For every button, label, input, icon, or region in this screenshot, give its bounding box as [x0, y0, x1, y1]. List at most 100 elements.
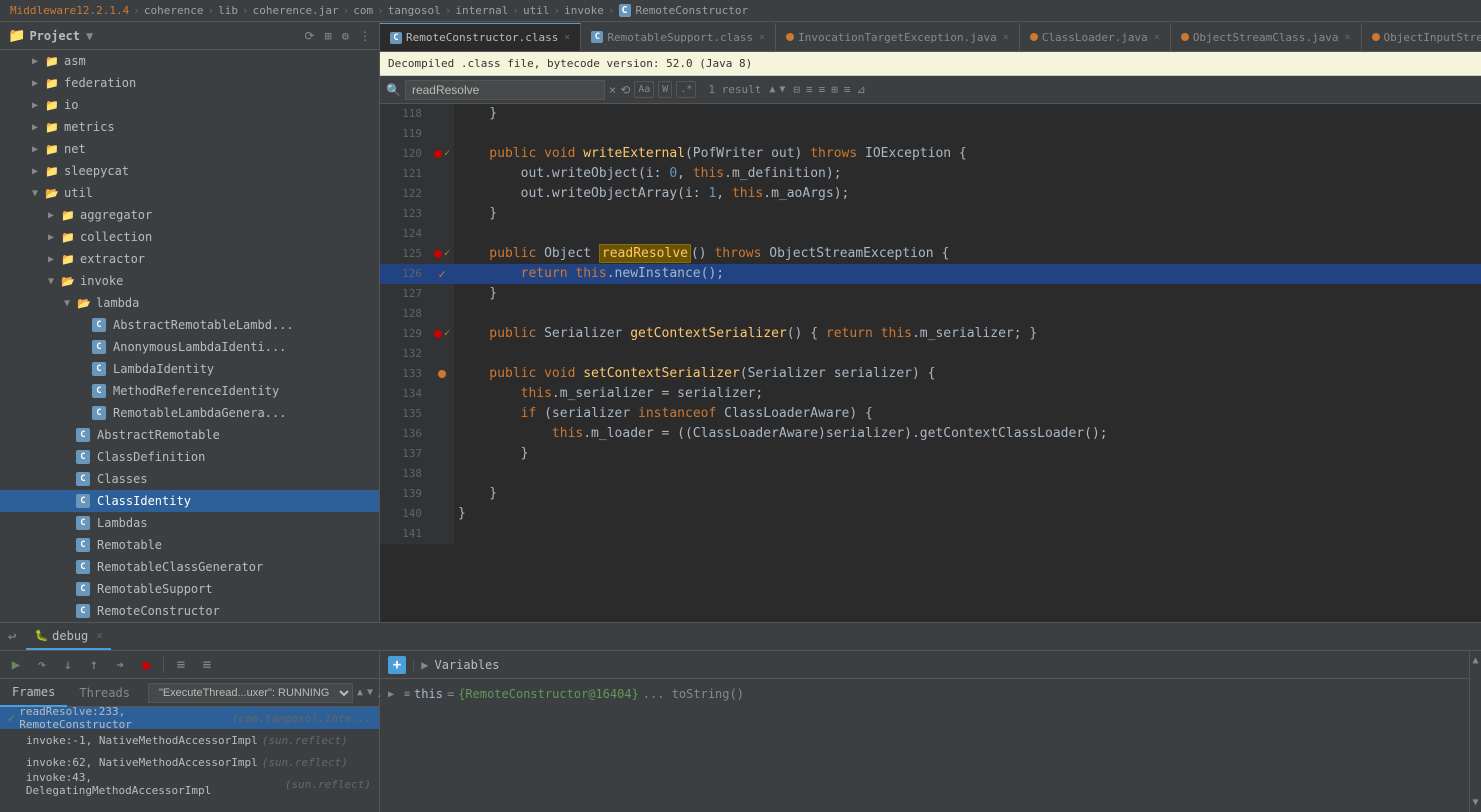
search-filter-icon[interactable]: ⊿: [857, 83, 866, 96]
project-more-icon[interactable]: [359, 29, 371, 43]
tree-item-abstractremotablelambd[interactable]: C AbstractRemotableLambd...: [0, 314, 379, 336]
tab-close-classloader[interactable]: ×: [1154, 32, 1160, 43]
thread-down-icon[interactable]: ▼: [367, 687, 373, 698]
tab-invocationtargetexception[interactable]: InvocationTargetException.java ×: [776, 23, 1020, 51]
tree-item-remotablesupport[interactable]: C RemotableSupport: [0, 578, 379, 600]
debug-tab-bar: ↩ 🐛 debug ×: [0, 623, 1481, 651]
frames-tab[interactable]: Frames: [0, 679, 67, 707]
debug-step-into-button[interactable]: ↓: [56, 654, 80, 676]
tree-item-federation[interactable]: ▶ 📁 federation: [0, 72, 379, 94]
line-gutter-122: [430, 184, 454, 204]
tree-item-asm[interactable]: ▶ 📁 asm: [0, 50, 379, 72]
tree-item-lambda[interactable]: ▼ 📂 lambda: [0, 292, 379, 314]
project-layout-icon[interactable]: ⊞: [325, 29, 332, 43]
search-prev-icon[interactable]: ⟲: [620, 83, 630, 97]
search-clear-icon[interactable]: ×: [609, 83, 616, 97]
variable-row-this[interactable]: ▶ ≡ this = {RemoteConstructor@16404} ...…: [380, 683, 1469, 705]
tree-item-metrics[interactable]: ▶ 📁 metrics: [0, 116, 379, 138]
tree-item-methodreferenceidentity[interactable]: C MethodReferenceIdentity: [0, 380, 379, 402]
tab-close-remotablesupport[interactable]: ×: [759, 32, 765, 43]
tree-item-lambdaidentity[interactable]: C LambdaIdentity: [0, 358, 379, 380]
debug-scrollbar[interactable]: ▲ ▼: [1469, 651, 1481, 812]
debug-tab-debugger[interactable]: 🐛 debug ×: [26, 624, 110, 650]
breadcrumb-class: RemoteConstructor: [636, 4, 749, 17]
tree-item-lambdas[interactable]: C Lambdas: [0, 512, 379, 534]
search-options2-icon[interactable]: ≡: [819, 83, 826, 96]
scroll-down-icon[interactable]: ▼: [1472, 797, 1478, 808]
search-input[interactable]: [405, 80, 605, 100]
frame-item-1[interactable]: invoke:-1, NativeMethodAccessorImpl (sun…: [0, 729, 379, 751]
tree-item-io[interactable]: ▶ 📁 io: [0, 94, 379, 116]
search-layout1-icon[interactable]: ⊞: [831, 83, 838, 96]
search-options1-icon[interactable]: ≡: [806, 83, 813, 96]
search-match-case-icon[interactable]: Aa: [634, 81, 654, 98]
thread-dropdown[interactable]: "ExecuteThread...uxer": RUNNING: [148, 683, 353, 703]
tab-label-remotablesupport: RemotableSupport.class: [607, 31, 753, 44]
tab-objectinputstream[interactable]: ObjectInputStream.jav... ×: [1362, 23, 1481, 51]
tab-objectstreamclass[interactable]: ObjectStreamClass.java ×: [1171, 23, 1362, 51]
tree-item-sleepycat[interactable]: ▶ 📁 sleepycat: [0, 160, 379, 182]
tree-label-metrics: metrics: [64, 120, 115, 134]
tree-item-extractor[interactable]: ▶ 📁 extractor: [0, 248, 379, 270]
code-line-127: 127 }: [380, 284, 1481, 304]
thread-up-icon[interactable]: ▲: [357, 687, 363, 698]
tab-classloader[interactable]: ClassLoader.java ×: [1020, 23, 1171, 51]
search-down-icon[interactable]: ▼: [779, 84, 785, 95]
line-gutter-125: ✓: [430, 244, 454, 264]
tree-label-abstractremotable: AbstractRemotable: [97, 428, 220, 442]
debug-stop-button[interactable]: ■: [134, 654, 158, 676]
tree-item-remoteconstructor[interactable]: C RemoteConstructor: [0, 600, 379, 622]
tree-label-lambdas: Lambdas: [97, 516, 148, 530]
search-layout2-icon[interactable]: ≡: [844, 83, 851, 96]
scroll-up-icon[interactable]: ▲: [1472, 655, 1478, 666]
debug-step-out-button[interactable]: ↑: [82, 654, 106, 676]
tree-arrow-io: ▶: [32, 100, 44, 111]
debug-run-cursor-button[interactable]: ➜: [108, 654, 132, 676]
line-gutter-141: [430, 524, 454, 544]
tree-item-abstractremotable[interactable]: C AbstractRemotable: [0, 424, 379, 446]
search-expand-icon[interactable]: ⊟: [793, 83, 800, 96]
tree-item-aggregator[interactable]: ▶ 📁 aggregator: [0, 204, 379, 226]
project-dropdown-arrow[interactable]: ▼: [86, 29, 93, 43]
tab-close-invocationtargetexception[interactable]: ×: [1003, 32, 1009, 43]
tree-item-remotablelambdagenera[interactable]: C RemotableLambdaGenera...: [0, 402, 379, 424]
frame-item-3[interactable]: invoke:43, DelegatingMethodAccessorImpl …: [0, 773, 379, 795]
debug-evaluate-button[interactable]: ≡: [169, 654, 193, 676]
frame-item-0[interactable]: ✓ readResolve:233, RemoteConstructor (co…: [0, 707, 379, 729]
project-sync-icon[interactable]: [304, 29, 314, 43]
tree-item-classidentity[interactable]: C ClassIdentity: [0, 490, 379, 512]
thread-selector: "ExecuteThread...uxer": RUNNING ▲ ▼ ⊿: [142, 683, 393, 703]
variables-add-button[interactable]: +: [388, 656, 406, 674]
var-expand-this[interactable]: ▶: [388, 689, 400, 700]
line-gutter-129: ✓: [430, 324, 454, 344]
tree-item-anonymouslambdaidenti[interactable]: C AnonymousLambdaIdenti...: [0, 336, 379, 358]
run-cursor-icon: ➜: [116, 658, 123, 672]
search-word-icon[interactable]: W: [658, 81, 672, 98]
debug-more-button[interactable]: ≡: [195, 654, 219, 676]
debug-tab-close-icon[interactable]: ×: [96, 629, 103, 642]
code-editor[interactable]: 118 } 119 120 ✓: [380, 104, 1481, 622]
search-up-icon[interactable]: ▲: [769, 84, 775, 95]
tab-remoteconstructor[interactable]: C RemoteConstructor.class ×: [380, 23, 581, 51]
debug-restore-icon[interactable]: ↩: [8, 629, 16, 645]
tree-item-collection[interactable]: ▶ 📁 collection: [0, 226, 379, 248]
tree-item-classdefinition[interactable]: C ClassDefinition: [0, 446, 379, 468]
tree-item-invoke[interactable]: ▼ 📂 invoke: [0, 270, 379, 292]
tab-close-remoteconstructor[interactable]: ×: [564, 32, 570, 43]
frame-item-2[interactable]: invoke:62, NativeMethodAccessorImpl (sun…: [0, 751, 379, 773]
search-regex-icon[interactable]: .*: [676, 81, 696, 98]
tab-close-objectstreamclass[interactable]: ×: [1345, 32, 1351, 43]
class-icon-abstractremotablelambd: C: [92, 318, 106, 332]
tree-item-remotableclassgenerator[interactable]: C RemotableClassGenerator: [0, 556, 379, 578]
threads-tab[interactable]: Threads: [67, 679, 142, 707]
debug-panel: ↩ 🐛 debug × ↷ ↓: [0, 622, 1481, 812]
tab-remotablesupport[interactable]: C RemotableSupport.class ×: [581, 23, 776, 51]
tree-item-net[interactable]: ▶ 📁 net: [0, 138, 379, 160]
debug-step-over-button[interactable]: ↷: [30, 654, 54, 676]
line-content-141: [454, 524, 1481, 544]
tree-item-remotable[interactable]: C Remotable: [0, 534, 379, 556]
tree-item-util[interactable]: ▼ 📂 util: [0, 182, 379, 204]
project-settings-icon[interactable]: [342, 29, 349, 43]
debug-resume-button[interactable]: [4, 654, 28, 676]
tree-item-classes[interactable]: C Classes: [0, 468, 379, 490]
